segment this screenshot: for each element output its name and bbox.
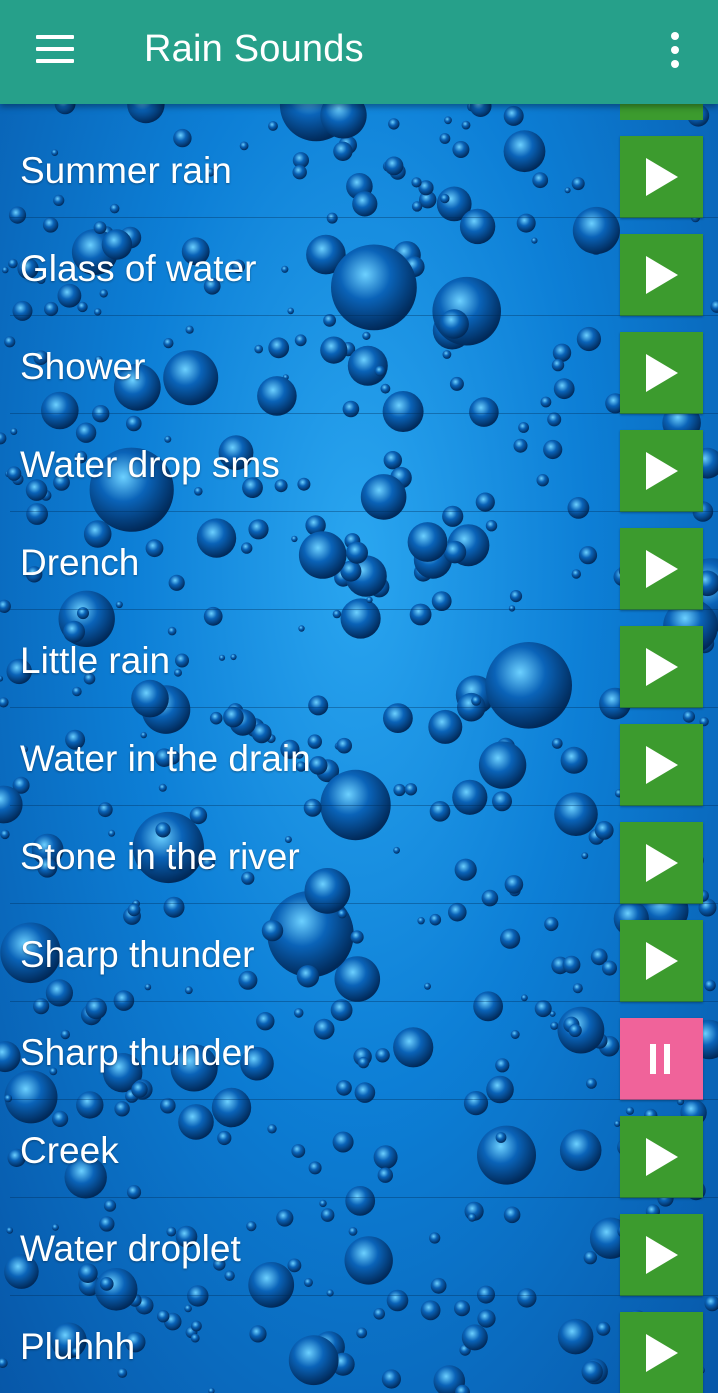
play-button[interactable]: [620, 1116, 703, 1198]
play-button[interactable]: [620, 724, 703, 806]
play-icon: [646, 1236, 678, 1274]
play-button[interactable]: [620, 822, 703, 904]
pause-icon: [650, 1044, 674, 1074]
play-icon: [646, 1334, 678, 1372]
app-bar: Rain Sounds: [0, 0, 718, 104]
sound-label: Pluhhh: [20, 1326, 136, 1367]
sound-label: Water drop sms: [20, 444, 280, 485]
play-button[interactable]: [620, 332, 703, 414]
list-item[interactable]: Sharp thunder: [0, 904, 718, 1002]
play-button[interactable]: [620, 528, 703, 610]
play-icon: [646, 746, 678, 784]
sound-label: Water droplet: [20, 1228, 241, 1269]
sound-list: Summer rain Glass of water Shower Water dro…: [0, 104, 718, 1393]
list-item[interactable]: Sharp thunder: [0, 1002, 718, 1100]
play-button[interactable]: [620, 626, 703, 708]
play-icon: [646, 942, 678, 980]
sound-label: Summer rain: [20, 150, 232, 191]
list-item[interactable]: Little rain: [0, 610, 718, 708]
play-button[interactable]: [620, 1312, 703, 1393]
play-icon: [646, 354, 678, 392]
sound-label: Water in the drain: [20, 738, 311, 779]
sound-label: Sharp thunder: [20, 934, 255, 975]
play-icon: [646, 648, 678, 686]
play-button[interactable]: [620, 430, 703, 512]
list-item[interactable]: Creek: [0, 1100, 718, 1198]
play-icon: [646, 256, 678, 294]
partial-play-button[interactable]: [620, 104, 703, 120]
sound-label: Sharp thunder: [20, 1032, 255, 1073]
play-button[interactable]: [620, 234, 703, 316]
play-button[interactable]: [620, 1214, 703, 1296]
play-icon: [646, 158, 678, 196]
play-button[interactable]: [620, 136, 703, 218]
list-item[interactable]: Pluhhh: [0, 1296, 718, 1393]
play-icon: [646, 1138, 678, 1176]
sound-label: Stone in the river: [20, 836, 300, 877]
list-item[interactable]: Stone in the river: [0, 806, 718, 904]
hamburger-menu-icon[interactable]: [36, 35, 74, 63]
list-item[interactable]: Drench: [0, 512, 718, 610]
list-item[interactable]: Water in the drain: [0, 708, 718, 806]
play-button[interactable]: [620, 920, 703, 1002]
page-title: Rain Sounds: [144, 28, 364, 70]
sound-label: Little rain: [20, 640, 171, 681]
sound-label: Shower: [20, 346, 146, 387]
sound-label: Glass of water: [20, 248, 257, 289]
play-icon: [646, 452, 678, 490]
list-item[interactable]: Glass of water: [0, 218, 718, 316]
play-icon: [646, 550, 678, 588]
more-vertical-icon[interactable]: [664, 30, 686, 70]
sound-label: Drench: [20, 542, 140, 583]
list-item[interactable]: Summer rain: [0, 120, 718, 218]
sound-label: Creek: [20, 1130, 119, 1171]
play-icon: [646, 844, 678, 882]
pause-button[interactable]: [620, 1018, 703, 1100]
list-item[interactable]: Water droplet: [0, 1198, 718, 1296]
list-item[interactable]: Water drop sms: [0, 414, 718, 512]
list-item[interactable]: Shower: [0, 316, 718, 414]
